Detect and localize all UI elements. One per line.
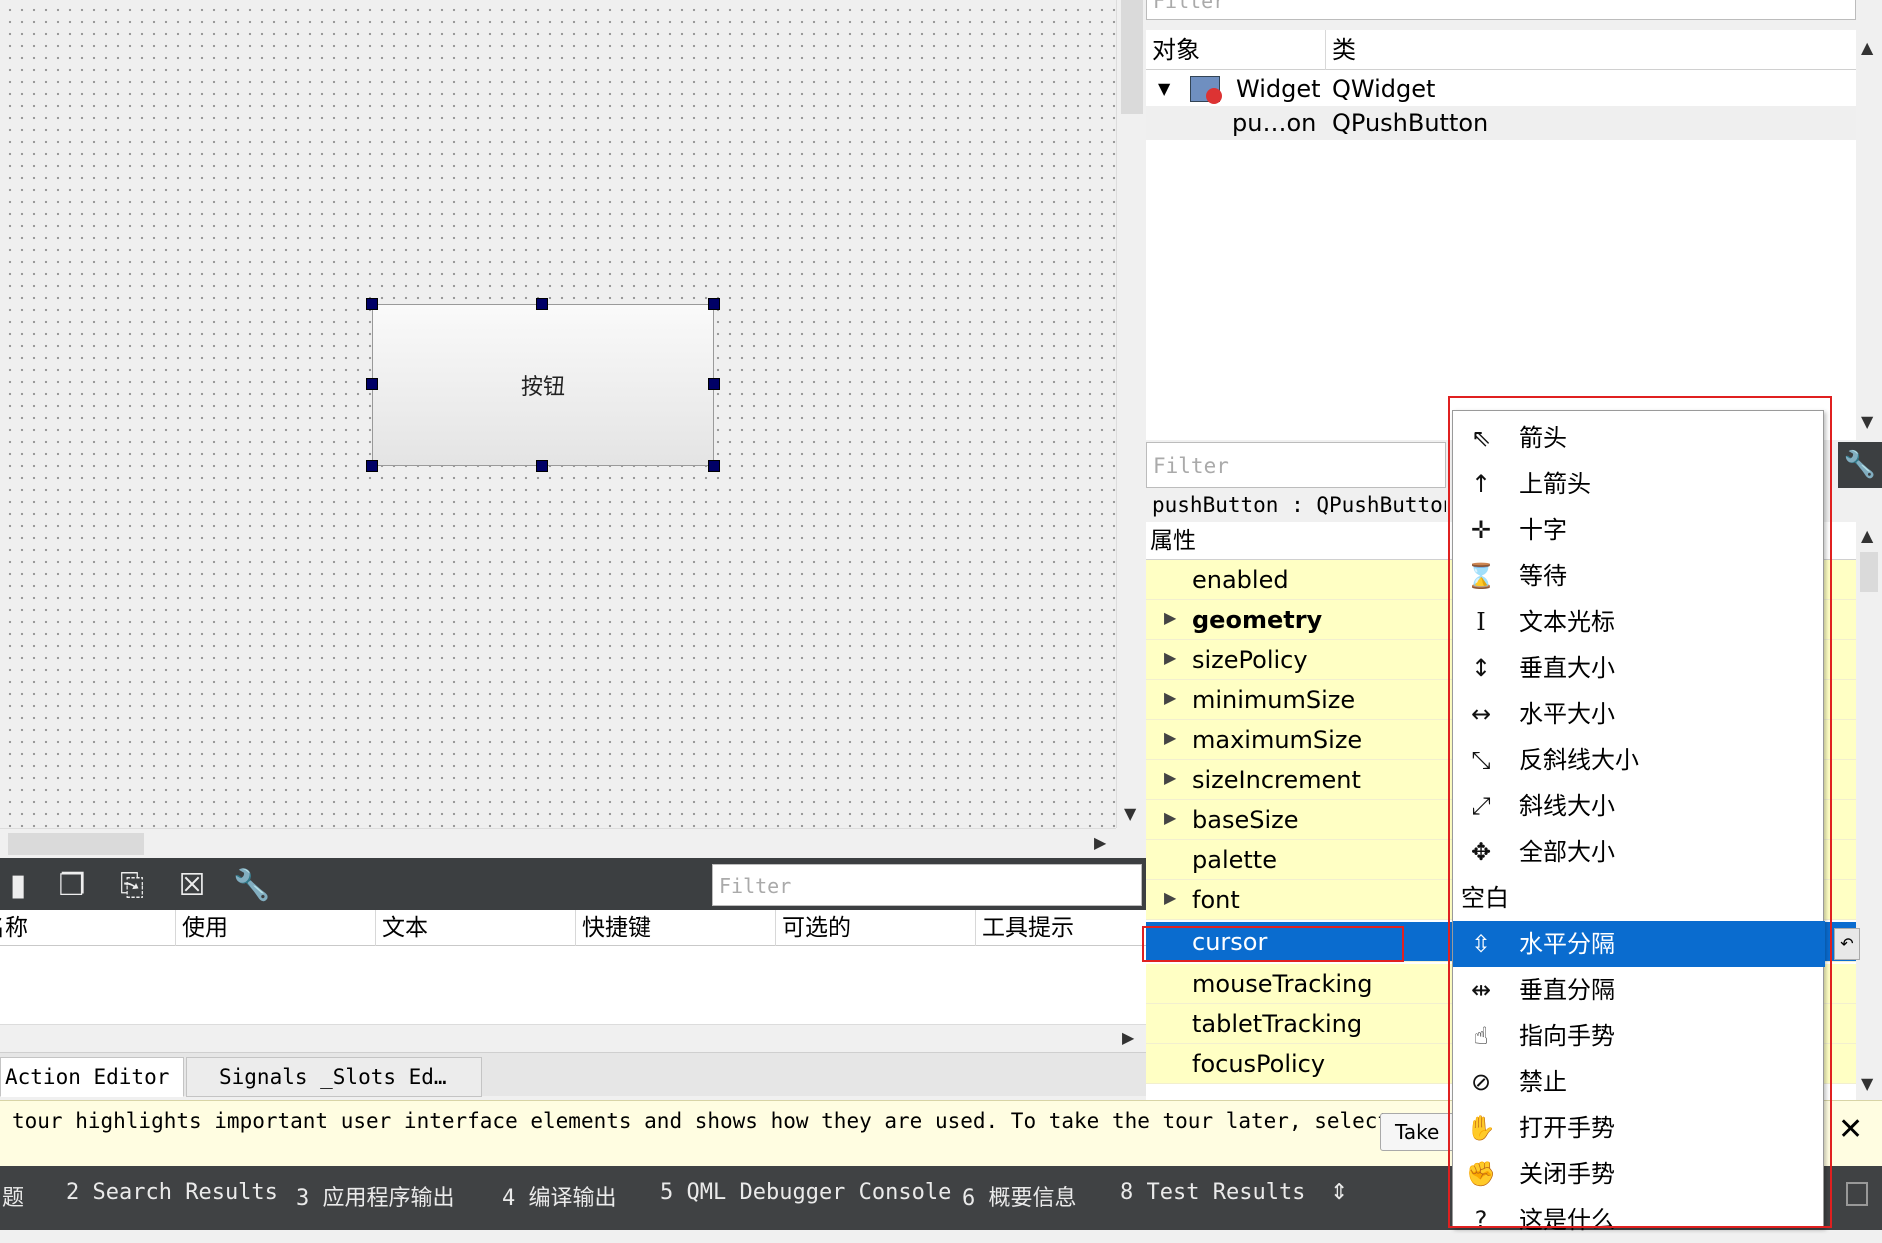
delete-action-icon[interactable]: ☒: [174, 866, 210, 904]
property-vertical-scrollbar[interactable]: ▲ ▼: [1856, 522, 1882, 1100]
tab-action-editor[interactable]: Action Editor: [0, 1057, 184, 1097]
resize-handle-bottom-right[interactable]: [708, 460, 720, 472]
expand-arrow-icon[interactable]: ▶: [1164, 728, 1176, 747]
property-configure-icon[interactable]: 🔧: [1838, 442, 1882, 488]
object-table-header: 对象 类: [1146, 30, 1856, 70]
toggle-sidebar-icon[interactable]: [1846, 1182, 1868, 1206]
tree-object-name: pu…on: [1232, 109, 1317, 137]
reset-property-icon[interactable]: ↶: [1834, 928, 1860, 960]
column-header-checkable[interactable]: 可选的: [776, 910, 976, 946]
tree-row-pushbutton[interactable]: pu…on QPushButton: [1146, 106, 1856, 140]
object-tree[interactable]: ▼ Widget QWidget pu…on QPushButton: [1146, 70, 1856, 440]
output-tab-general-messages[interactable]: 6 概要信息: [962, 1180, 1077, 1212]
resize-handle-top-left[interactable]: [366, 298, 378, 310]
action-horizontal-scrollbar[interactable]: ▶: [0, 1024, 1146, 1052]
expand-arrow-icon[interactable]: ▶: [1164, 768, 1176, 787]
canvas-vertical-scrollbar[interactable]: ▼: [1116, 0, 1146, 828]
property-name: focusPolicy: [1192, 1050, 1326, 1078]
scroll-down-icon[interactable]: ▼: [1861, 412, 1873, 431]
more-tabs-icon[interactable]: ⇕: [1330, 1180, 1348, 1205]
configure-wrench-icon[interactable]: 🔧: [233, 866, 270, 904]
output-tab-qml-debugger-console[interactable]: 5 QML Debugger Console: [660, 1180, 951, 1205]
tree-object-class: QPushButton: [1332, 109, 1489, 137]
copy-action-icon[interactable]: ❐: [54, 866, 90, 904]
resize-handle-bottom-left[interactable]: [366, 460, 378, 472]
property-name: baseSize: [1192, 806, 1299, 834]
highlight-box-dropdown: [1448, 396, 1832, 1228]
push-button-text: 按钮: [520, 375, 565, 400]
highlight-box-cursor-property: [1142, 926, 1404, 962]
column-header-name[interactable]: 名称: [0, 910, 176, 946]
output-tab-application-output[interactable]: 3 应用程序输出: [296, 1180, 455, 1212]
action-table-body[interactable]: [0, 946, 1146, 1024]
resize-handle-right[interactable]: [708, 378, 720, 390]
resize-handle-bottom[interactable]: [536, 460, 548, 472]
column-header-class[interactable]: 类: [1326, 30, 1856, 70]
scroll-down-icon[interactable]: ▼: [1124, 804, 1136, 823]
output-tab-issues[interactable]: 问题: [0, 1180, 24, 1212]
tree-row-widget[interactable]: ▼ Widget QWidget: [1146, 72, 1856, 106]
property-name: maximumSize: [1192, 726, 1363, 754]
scroll-up-icon[interactable]: ▲: [1861, 38, 1873, 57]
tree-object-name: Widget: [1236, 75, 1321, 103]
property-name: sizeIncrement: [1192, 766, 1361, 794]
object-filter-input[interactable]: Filter: [1146, 0, 1856, 20]
editor-tabbar: Action Editor Signals _Slots Ed…: [0, 1052, 1146, 1097]
form-design-canvas[interactable]: 按钮: [0, 0, 1116, 828]
action-table-header: 名称 使用 文本 快捷键 可选的 工具提示: [0, 910, 1146, 946]
scroll-up-icon[interactable]: ▲: [1861, 526, 1873, 545]
scrollbar-thumb[interactable]: [8, 833, 144, 855]
property-name: tabletTracking: [1192, 1010, 1363, 1038]
paste-action-icon[interactable]: ⎘: [114, 866, 150, 904]
expand-arrow-icon[interactable]: ▶: [1164, 688, 1176, 707]
resize-handle-top[interactable]: [536, 298, 548, 310]
property-name: enabled: [1192, 566, 1289, 594]
output-tab-test-results[interactable]: 8 Test Results: [1120, 1180, 1305, 1205]
output-tab-search-results[interactable]: 2 Search Results: [66, 1180, 278, 1205]
property-name: font: [1192, 886, 1240, 914]
property-name: minimumSize: [1192, 686, 1356, 714]
property-name: geometry: [1192, 606, 1323, 634]
tree-object-class: QWidget: [1332, 75, 1436, 103]
column-header-text[interactable]: 文本: [376, 910, 576, 946]
canvas-horizontal-scrollbar[interactable]: ▶: [0, 828, 1116, 858]
column-header-shortcut[interactable]: 快捷键: [576, 910, 776, 946]
output-tab-compile-output[interactable]: 4 编译输出: [502, 1180, 617, 1212]
close-icon[interactable]: ✕: [1838, 1115, 1863, 1145]
property-filter-input[interactable]: Filter: [1146, 442, 1446, 488]
property-object-label: pushButton : QPushButton: [1146, 490, 1446, 520]
expand-arrow-icon[interactable]: ▶: [1164, 808, 1176, 827]
scroll-right-icon[interactable]: ▶: [1122, 1028, 1134, 1047]
object-vertical-scrollbar[interactable]: ▲ ▼: [1856, 30, 1882, 440]
error-badge-icon: [1206, 88, 1222, 104]
resize-handle-top-right[interactable]: [708, 298, 720, 310]
push-button-widget[interactable]: 按钮: [372, 304, 714, 466]
scrollbar-thumb[interactable]: [1121, 0, 1143, 114]
expand-arrow-icon[interactable]: ▶: [1164, 888, 1176, 907]
collapse-arrow-icon[interactable]: ▼: [1158, 72, 1170, 106]
scrollbar-thumb[interactable]: [1860, 552, 1878, 592]
property-name: palette: [1192, 846, 1277, 874]
tab-signals-slots-editor[interactable]: Signals _Slots Ed…: [186, 1057, 482, 1097]
resize-handle-left[interactable]: [366, 378, 378, 390]
scroll-down-icon[interactable]: ▼: [1861, 1074, 1873, 1093]
expand-arrow-icon[interactable]: ▶: [1164, 648, 1176, 667]
action-filter-input[interactable]: Filter: [712, 864, 1142, 906]
property-name: sizePolicy: [1192, 646, 1308, 674]
column-header-object[interactable]: 对象: [1146, 30, 1326, 70]
tour-text: tour highlights important user interface…: [12, 1109, 1391, 1133]
column-header-tooltip[interactable]: 工具提示: [976, 910, 1146, 946]
column-header-used[interactable]: 使用: [176, 910, 376, 946]
scroll-right-icon[interactable]: ▶: [1094, 833, 1106, 852]
property-name: mouseTracking: [1192, 970, 1373, 998]
expand-arrow-icon[interactable]: ▶: [1164, 608, 1176, 627]
new-action-icon[interactable]: ▮: [0, 866, 36, 904]
